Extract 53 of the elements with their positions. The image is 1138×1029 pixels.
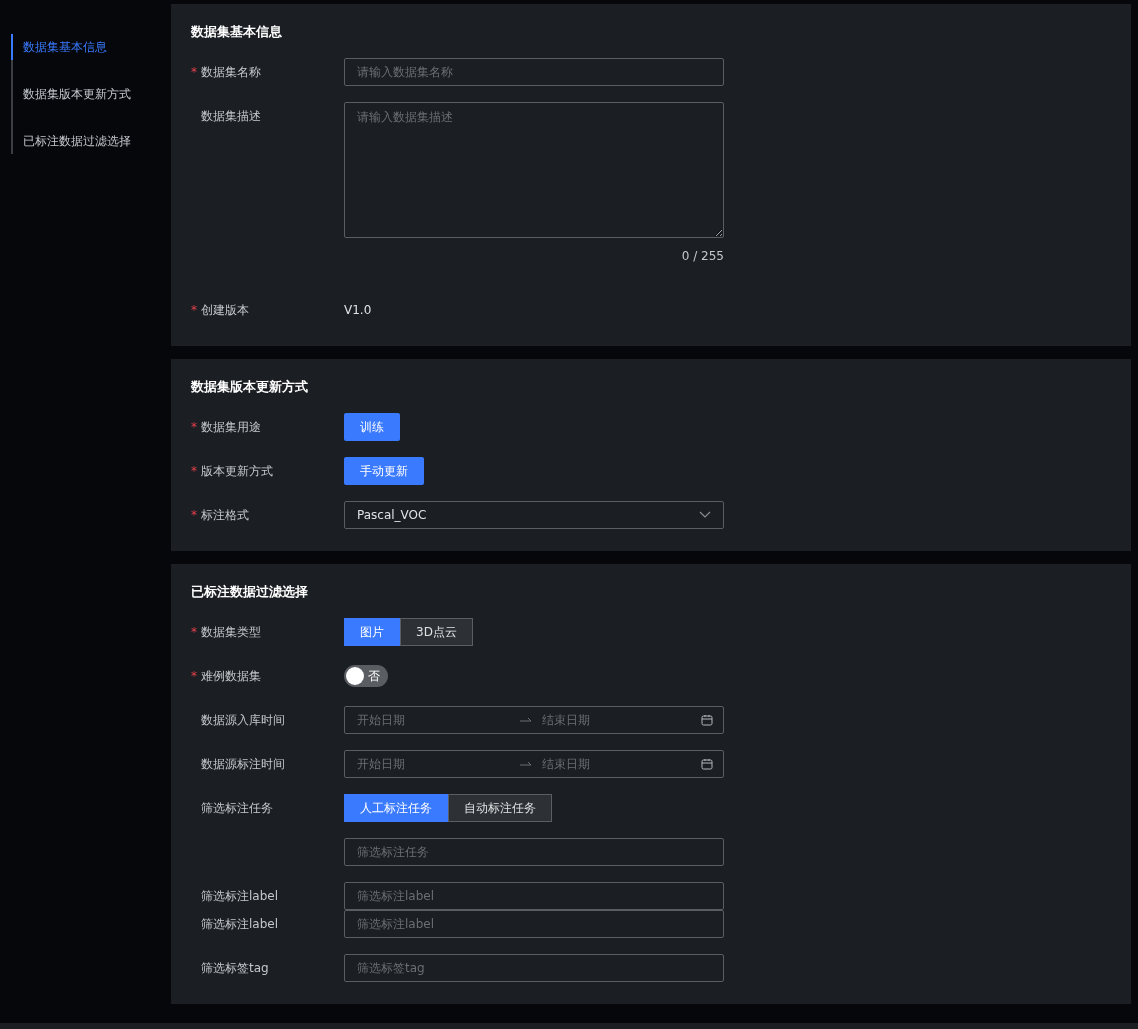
calendar-icon [701,714,713,726]
required-mark: * [191,508,198,522]
sidebar-item[interactable]: 已标注数据过滤选择 [11,128,171,154]
field-label: 难例数据集 [201,667,261,685]
required-mark: * [191,625,198,639]
chevron-down-icon [699,511,711,519]
input-field[interactable]: 筛选标注label [344,882,724,910]
character-counter: 0 / 255 [681,248,724,264]
option-button[interactable]: 训练 [344,413,400,441]
version-value: V1.0 [344,303,372,317]
option-button[interactable]: 手动更新 [344,457,424,485]
field-label: 创建版本 [201,301,249,319]
end-date-placeholder: 结束日期 [542,755,591,773]
sidebar-item[interactable]: 数据集版本更新方式 [11,81,171,107]
section-title: 已标注数据过滤选择 [191,583,309,601]
date-range-field[interactable]: 开始日期 结束日期 [344,750,724,778]
field-label: 数据集描述 [201,108,261,125]
end-date-placeholder: 结束日期 [542,711,591,729]
section-title: 数据集版本更新方式 [191,378,309,396]
input-field[interactable]: 请输入数据集名称 [344,58,724,86]
select-field[interactable]: Pascal_VOC [344,501,724,529]
field-label: 筛选标注label [201,915,279,933]
required-mark: * [191,303,198,317]
field-label: 数据源标注时间 [201,755,285,773]
required-mark: * [191,420,198,434]
calendar-icon [701,758,713,770]
required-mark: * [191,669,198,683]
field-label: 数据集用途 [201,418,261,436]
arrow-right-icon [520,761,532,767]
arrow-right-icon [520,717,532,723]
field-label: 筛选标签tag [201,959,269,977]
toggle-switch[interactable]: 否 [344,665,388,687]
field-label: 数据集名称 [201,63,261,81]
start-date-placeholder: 开始日期 [357,711,406,729]
field-label: 筛选标注任务 [201,799,273,817]
field-label: 筛选标注label [201,887,279,905]
segment-button[interactable]: 自动标注任务 [448,794,552,822]
field-label: 版本更新方式 [201,462,273,480]
start-date-placeholder: 开始日期 [357,755,406,773]
segment-button[interactable]: 人工标注任务 [344,794,448,822]
segment-button[interactable]: 3D点云 [400,618,473,646]
field-label: 标注格式 [201,506,249,524]
input-field[interactable]: 筛选标注label [344,910,724,938]
textarea-field[interactable]: 请输入数据集描述 [344,102,724,238]
date-range-field[interactable]: 开始日期 结束日期 [344,706,724,734]
segment-button[interactable]: 图片 [344,618,400,646]
required-mark: * [191,464,198,478]
input-field[interactable]: 筛选标注任务 [344,838,724,866]
input-field[interactable]: 筛选标签tag [344,954,724,982]
field-label: 数据源入库时间 [201,711,285,729]
field-label: 数据集类型 [201,623,261,641]
required-mark: * [191,65,198,79]
section-title: 数据集基本信息 [191,23,283,41]
